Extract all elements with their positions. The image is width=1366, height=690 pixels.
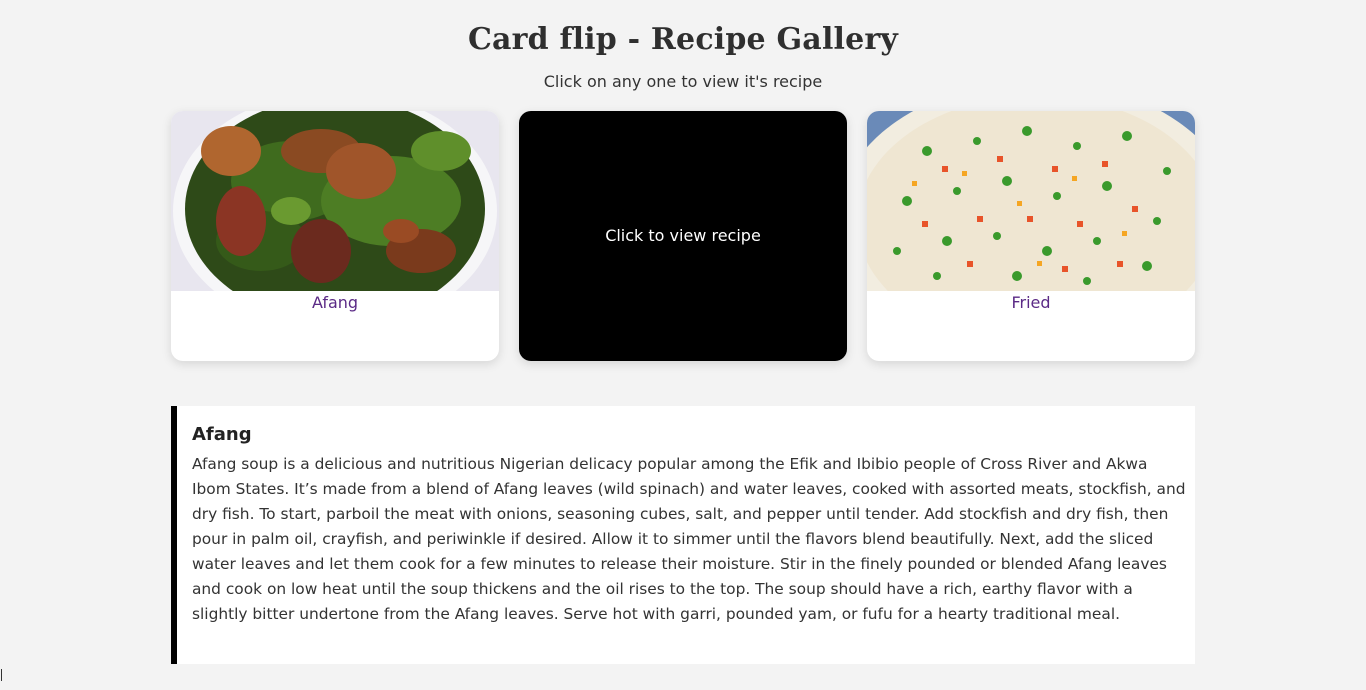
card-label: Fried [1011,293,1051,312]
afang-soup-photo [171,111,499,291]
fried-rice-photo [867,111,1195,291]
page-subtitle: Click on any one to view it's recipe [543,72,823,91]
view-recipe-text: Click to view recipe [605,226,761,245]
recipe-panel: Afang Afang soup is a delicious and nutr… [171,406,1195,664]
recipe-title: Afang [192,424,252,445]
recipe-description: Afang soup is a delicious and nutritious… [192,455,1186,623]
text-cursor [1,669,2,681]
recipe-card-fried[interactable]: Fried [867,111,1195,361]
recipe-card-flipped[interactable]: Click to view recipe [519,111,847,361]
page-title: Card flip - Recipe Gallery [467,22,899,57]
card-gallery: Afang Click to view recipe Fried [171,111,1195,361]
card-label: Afang [311,293,359,312]
recipe-card-afang[interactable]: Afang [171,111,499,361]
